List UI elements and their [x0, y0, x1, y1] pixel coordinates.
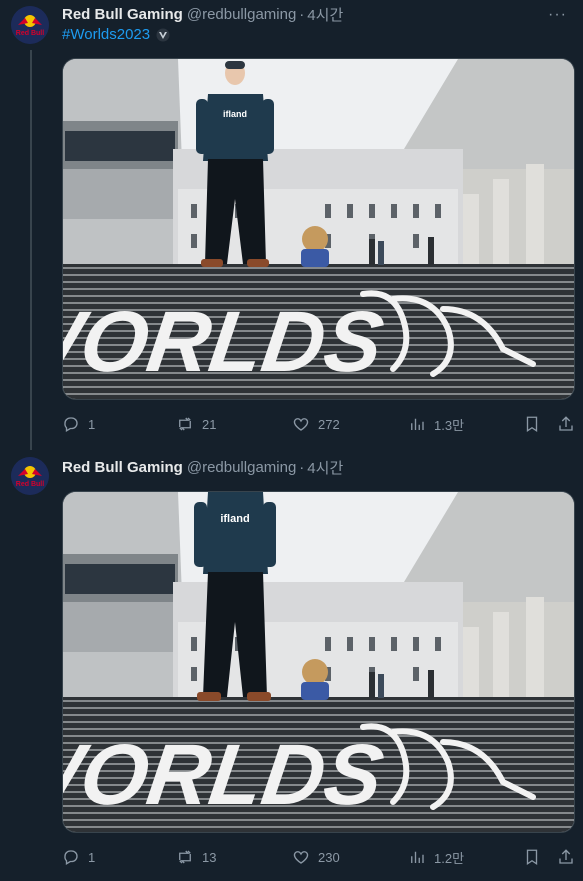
- tweet-image[interactable]: WORLDS ifland: [62, 491, 575, 833]
- bookmark-icon: [526, 849, 538, 866]
- retweet-icon: [179, 417, 191, 431]
- views-button[interactable]: 1.2만: [408, 847, 464, 867]
- tweet[interactable]: Red Bull Red Bull Gaming @redbullgaming …: [0, 0, 583, 450]
- reply-count: 1: [88, 416, 96, 432]
- retweet-count: 21: [202, 416, 217, 432]
- retweet-button[interactable]: 21: [176, 414, 216, 434]
- avatar-logo-text: Red Bull: [16, 481, 44, 488]
- tweet-image[interactable]: WORLDS ifland: [62, 58, 575, 400]
- jersey-text: ifland: [220, 513, 249, 525]
- tweet[interactable]: Red Bull Red Bull Gaming @redbullgaming …: [0, 450, 583, 881]
- mascot-statue: [301, 659, 329, 700]
- reply-count: 1: [88, 849, 96, 865]
- worlds-photo: WORLDS ifland: [63, 59, 574, 399]
- bookmark-button[interactable]: [523, 847, 541, 867]
- separator-dot: ·: [299, 458, 305, 476]
- share-icon: [559, 416, 573, 431]
- like-icon: [293, 418, 309, 431]
- avatar[interactable]: Red Bull: [11, 457, 49, 495]
- views-count: 1.3만: [434, 417, 465, 433]
- like-count: 272: [318, 416, 340, 432]
- author-name[interactable]: Red Bull Gaming: [62, 459, 183, 476]
- share-button[interactable]: [557, 847, 575, 867]
- bookmark-button[interactable]: [523, 414, 541, 434]
- author-handle[interactable]: @redbullgaming: [187, 459, 296, 476]
- retweet-count: 13: [202, 849, 217, 865]
- mascot-statue: [301, 226, 329, 267]
- reply-icon: [64, 417, 78, 432]
- avatar-logo-text: Red Bull: [16, 30, 44, 37]
- stairs-worlds-text: WORLDS: [63, 294, 389, 390]
- retweet-button[interactable]: 13: [176, 847, 216, 867]
- reply-button[interactable]: 1: [62, 414, 95, 434]
- tweet-actions: 1 13 230 1.2만: [62, 847, 575, 867]
- views-count: 1.2만: [434, 850, 465, 866]
- reply-icon: [64, 850, 78, 865]
- avatar[interactable]: Red Bull: [11, 6, 49, 44]
- like-button[interactable]: 272: [292, 414, 340, 434]
- hashtag-link[interactable]: #Worlds2023: [62, 26, 150, 43]
- bookmark-icon: [526, 416, 538, 433]
- tweet-header: Red Bull Gaming @redbullgaming · 4시간: [62, 457, 343, 477]
- tweet-actions: 1 21 272 1.3만: [62, 414, 575, 434]
- worlds-photo: WORLDS ifland: [63, 492, 574, 832]
- reply-button[interactable]: 1: [62, 847, 95, 867]
- tweet-header: Red Bull Gaming @redbullgaming · 4시간: [62, 4, 343, 24]
- tweet-text: #Worlds2023: [62, 26, 170, 43]
- like-button[interactable]: 230: [292, 847, 340, 867]
- views-button[interactable]: 1.3만: [408, 414, 464, 434]
- more-icon[interactable]: ···: [548, 6, 567, 24]
- share-button[interactable]: [557, 414, 575, 434]
- retweet-icon: [179, 850, 191, 864]
- author-handle[interactable]: @redbullgaming: [187, 6, 296, 23]
- timestamp[interactable]: 4시간: [307, 457, 343, 478]
- timestamp[interactable]: 4시간: [307, 4, 343, 25]
- like-count: 230: [318, 849, 340, 865]
- views-icon: [411, 851, 424, 863]
- like-icon: [293, 851, 309, 864]
- share-icon: [559, 849, 573, 864]
- stairs-worlds-text: WORLDS: [63, 727, 389, 823]
- worlds-hashflag-icon: [156, 28, 170, 41]
- views-icon: [411, 418, 424, 430]
- separator-dot: ·: [299, 5, 305, 23]
- jersey-text: ifland: [223, 109, 247, 119]
- author-name[interactable]: Red Bull Gaming: [62, 6, 183, 23]
